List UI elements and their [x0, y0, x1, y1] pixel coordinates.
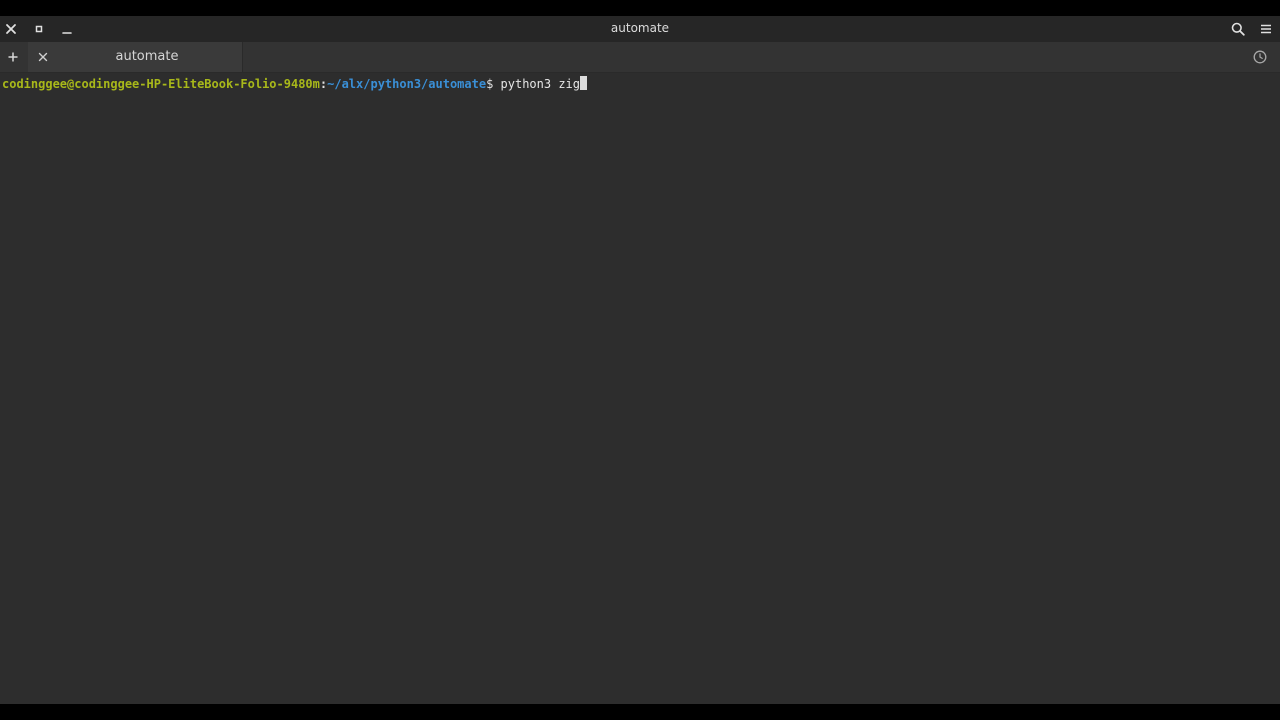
prompt-path: ~/alx/python3/automate: [327, 77, 487, 91]
close-icon: [38, 52, 48, 62]
prompt-line: codinggee@codinggee-HP-EliteBook-Folio-9…: [2, 76, 588, 92]
plus-icon: [8, 52, 18, 62]
tab-label: automate: [115, 49, 179, 64]
window-title: automate: [610, 21, 670, 35]
tab-bar: automate: [0, 42, 1280, 73]
search-icon: [1231, 22, 1245, 36]
hamburger-menu-icon: [1261, 24, 1271, 34]
command-input[interactable]: python3 zig: [501, 77, 580, 91]
prompt-symbol: $: [486, 77, 501, 91]
history-button[interactable]: [1250, 47, 1270, 67]
close-tab-button[interactable]: [33, 47, 53, 67]
search-button[interactable]: [1228, 19, 1248, 39]
terminal-content[interactable]: codinggee@codinggee-HP-EliteBook-Folio-9…: [0, 73, 1280, 704]
terminal-window: automate automate codinggee@codinggee-HP…: [0, 16, 1280, 704]
tab-automate[interactable]: automate: [28, 42, 243, 72]
text-cursor: [580, 76, 588, 90]
new-tab-button[interactable]: [2, 47, 24, 67]
menu-button[interactable]: [1256, 19, 1276, 39]
clock-icon: [1253, 50, 1267, 64]
prompt-user-host: codinggee@codinggee-HP-EliteBook-Folio-9…: [2, 77, 320, 91]
title-bar: automate: [0, 16, 1280, 42]
screen-frame: automate automate codinggee@codinggee-HP…: [0, 0, 1280, 720]
